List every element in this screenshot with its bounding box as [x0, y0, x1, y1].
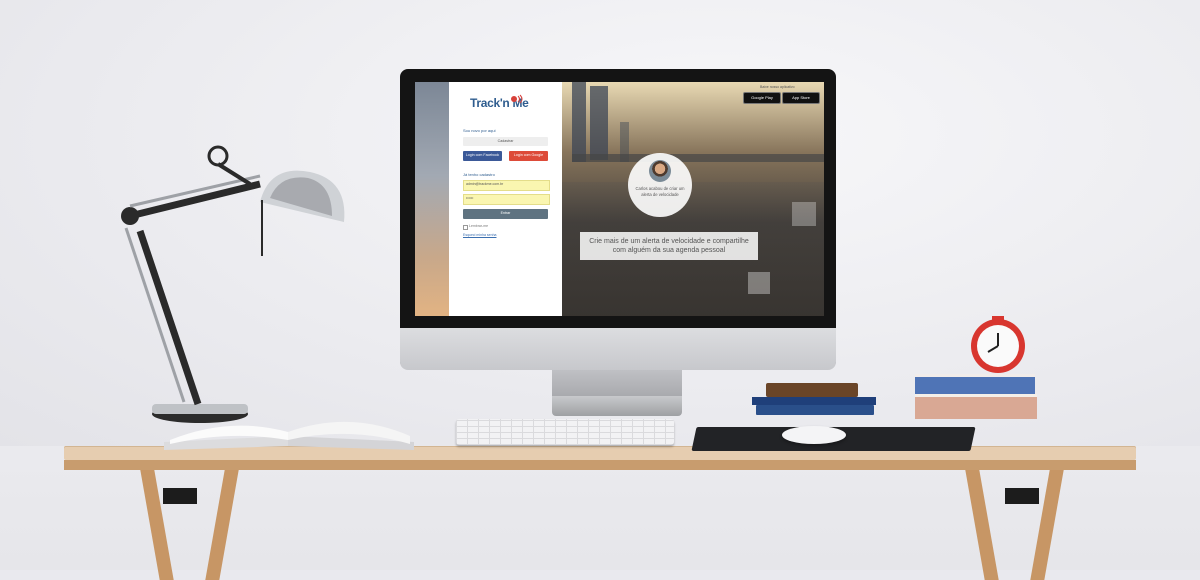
login-side-image [415, 82, 449, 316]
download-app-label: Baixe nosso aplicativo [760, 85, 795, 89]
desk-leg [140, 470, 174, 580]
forgot-password-link[interactable]: Esqueci minha senha [463, 233, 496, 237]
alarm-clock [971, 316, 1025, 373]
hero-tagline-box: Crie mais de um alerta de velocidade e c… [580, 232, 758, 260]
skyscraper [590, 86, 608, 160]
book-stack [915, 372, 1037, 419]
mouse [782, 426, 846, 444]
desk-leg [205, 470, 239, 580]
hero-city-image [562, 82, 824, 316]
overlay-tile [748, 272, 770, 294]
email-field-value: admin@trackme.com.br [466, 182, 504, 186]
google-login-button[interactable]: Login com Google [509, 151, 548, 161]
keyboard [456, 419, 674, 445]
desk-leg [965, 470, 999, 580]
monitor-chin [400, 328, 836, 370]
highway-bridge [572, 154, 824, 162]
notebook [756, 405, 874, 415]
notification-card: Carlos acabou de criar um alerta de velo… [628, 153, 692, 217]
existing-user-heading: Já tenho cadastro [463, 172, 495, 177]
hero-tagline-line1: Crie mais de um alerta de velocidade e c… [589, 238, 749, 245]
desk-lamp [121, 145, 345, 423]
new-user-heading: Sou novo por aqui [463, 128, 496, 133]
email-field[interactable]: admin@trackme.com.br [463, 180, 550, 191]
skyscraper [572, 82, 586, 162]
remember-me-checkbox[interactable] [463, 225, 468, 230]
location-pin-icon [511, 94, 523, 104]
book [915, 374, 1035, 395]
desk-leg-bracket [1005, 488, 1039, 504]
remember-me-label: Lembrar-me [469, 224, 489, 228]
monitor-stand [552, 370, 682, 396]
desk-edge [64, 460, 1136, 470]
avatar [649, 160, 671, 182]
monitor-foot [552, 396, 682, 416]
login-button[interactable]: Entrar [463, 209, 548, 219]
password-field[interactable]: •••••• [463, 194, 550, 205]
google-play-badge[interactable]: Google Play [743, 92, 781, 104]
app-store-badge[interactable]: App Store [782, 92, 820, 104]
hero-tagline-line2: com alguém da sua agenda pessoal [612, 247, 726, 254]
notification-text: Carlos acabou de criar um alerta de velo… [635, 186, 685, 197]
open-book [164, 421, 414, 450]
desk-leg [1030, 470, 1064, 580]
overlay-tile [792, 202, 816, 226]
login-panel: Track'n Me Sou novo por aqui Cadastrar L… [449, 82, 562, 316]
notebook [766, 383, 858, 397]
desk-leg-bracket [163, 488, 197, 504]
facebook-login-button[interactable]: Login com Facebook [463, 151, 502, 161]
notebook-stack [752, 383, 878, 419]
password-field-value: •••••• [466, 196, 474, 200]
register-button[interactable]: Cadastrar [463, 137, 548, 146]
book [915, 394, 1037, 419]
notebook [752, 397, 876, 405]
